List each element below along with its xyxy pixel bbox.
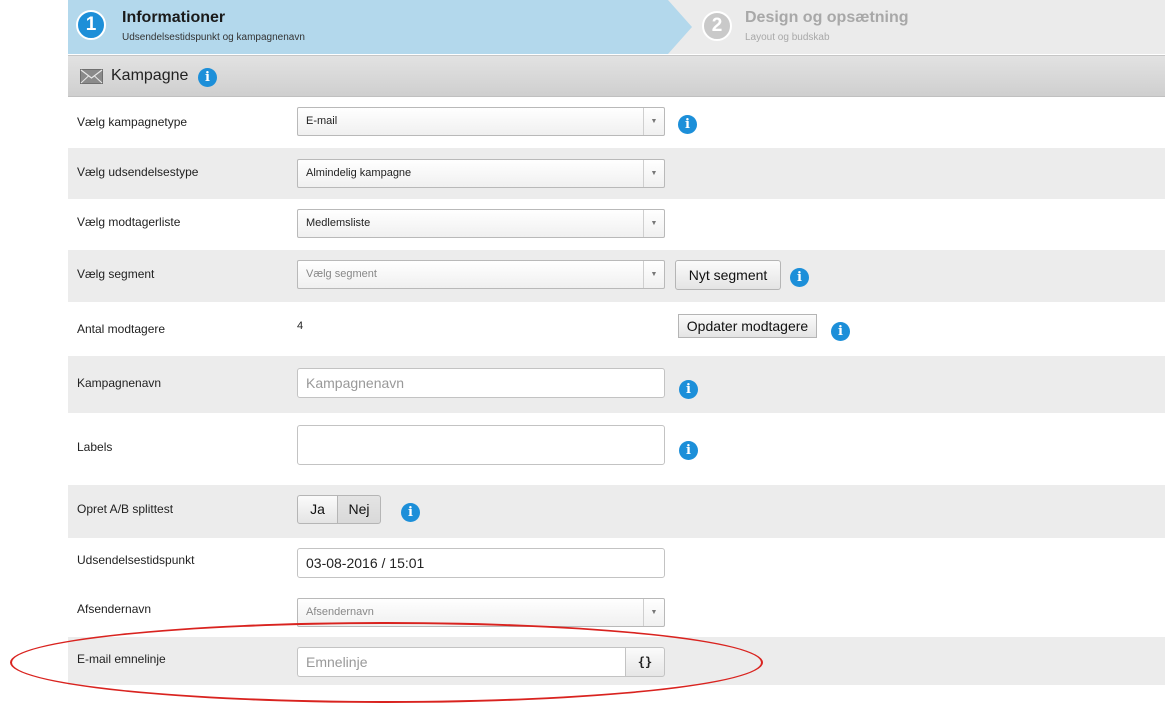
step-1-subtitle: Udsendelsestidspunkt og kampagnenavn [122, 32, 305, 43]
form-row-recipient-list: Vælg modtagerliste Medlemsliste ▼ [68, 199, 1165, 250]
info-icon[interactable]: i [678, 115, 697, 134]
segment-label: Vælg segment [77, 267, 155, 281]
info-icon[interactable]: i [401, 503, 420, 522]
step-2-number: 2 [702, 11, 732, 41]
send-type-select[interactable]: Almindelig kampagne ▼ [297, 159, 665, 188]
recipients-count-label: Antal modtagere [77, 322, 166, 336]
labels-label: Labels [77, 440, 113, 454]
send-type-value: Almindelig kampagne [306, 167, 412, 179]
info-icon[interactable]: i [679, 441, 698, 460]
form-row-labels: Labels i [68, 413, 1165, 485]
ab-test-label: Opret A/B splittest [77, 502, 174, 516]
step-2-title[interactable]: Design og opsætning [745, 9, 909, 27]
segment-placeholder: Vælg segment [306, 268, 377, 280]
info-icon[interactable]: i [790, 268, 809, 287]
recipient-list-value: Medlemsliste [306, 217, 371, 229]
update-recipients-button[interactable]: Opdater modtagere [678, 314, 817, 338]
send-time-label: Udsendelsestidspunkt [77, 553, 195, 567]
chevron-down-icon: ▼ [643, 108, 664, 135]
ab-test-yes-button[interactable]: Ja [297, 495, 338, 524]
new-segment-button[interactable]: Nyt segment [675, 260, 781, 290]
info-icon[interactable]: i [679, 380, 698, 399]
step-1-title: Informationer [122, 9, 226, 26]
form-row-ab-test: Opret A/B splittest Ja Nej i [68, 485, 1165, 538]
info-icon[interactable]: i [831, 322, 850, 341]
form-row-campaign-name: Kampagnenavn Kampagnenavn i [68, 356, 1165, 413]
campaign-type-select[interactable]: E-mail ▼ [297, 107, 665, 136]
form-row-campaign-type: Vælg kampagnetype E-mail ▼ i [68, 98, 1165, 148]
step-2-subtitle: Layout og budskab [745, 32, 830, 43]
form-row-send-type: Vælg udsendelsestype Almindelig kampagne… [68, 148, 1165, 199]
step-1-number: 1 [76, 10, 106, 40]
recipient-list-label: Vælg modtagerliste [77, 215, 181, 229]
ab-test-no-button[interactable]: Nej [337, 495, 381, 524]
envelope-icon [80, 69, 103, 84]
campaign-name-label: Kampagnenavn [77, 376, 162, 390]
wizard-steps: 1 Informationer Udsendelsestidspunkt og … [68, 0, 1165, 54]
chevron-down-icon: ▼ [643, 599, 664, 626]
campaign-section-header: Kampagne i [68, 55, 1165, 97]
highlight-ellipse [10, 622, 763, 703]
chevron-down-icon: ▼ [643, 261, 664, 288]
wizard-step-1-arrow [668, 0, 692, 54]
send-time-input[interactable]: 03-08-2016 / 15:01 [297, 548, 665, 578]
info-icon[interactable]: i [198, 68, 217, 87]
campaign-type-label: Vælg kampagnetype [77, 115, 188, 129]
segment-select[interactable]: Vælg segment ▼ [297, 260, 665, 289]
chevron-down-icon: ▼ [643, 160, 664, 187]
campaign-type-value: E-mail [306, 115, 338, 127]
form-row-segment: Vælg segment Vælg segment ▼ Nyt segment … [68, 250, 1165, 302]
sender-name-label: Afsendernavn [77, 602, 152, 616]
labels-input[interactable] [297, 425, 665, 465]
send-type-label: Vælg udsendelsestype [77, 165, 199, 179]
form-row-recipients-count: Antal modtagere 4 Opdater modtagere i [68, 302, 1165, 356]
section-title: Kampagne [111, 67, 189, 84]
sender-name-placeholder: Afsendernavn [306, 606, 374, 618]
chevron-down-icon: ▼ [643, 210, 664, 237]
form-row-send-time: Udsendelsestidspunkt 03-08-2016 / 15:01 [68, 538, 1165, 589]
recipients-count-value: 4 [297, 320, 304, 332]
recipient-list-select[interactable]: Medlemsliste ▼ [297, 209, 665, 238]
campaign-name-input[interactable]: Kampagnenavn [297, 368, 665, 398]
